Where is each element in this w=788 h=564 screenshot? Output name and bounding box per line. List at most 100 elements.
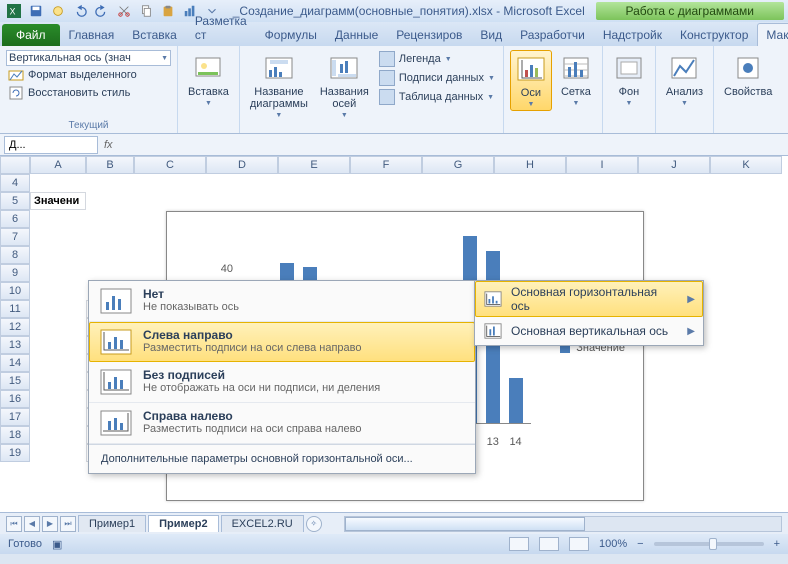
query-icon[interactable] <box>48 2 68 20</box>
properties-button[interactable]: Свойства <box>720 50 776 100</box>
name-box[interactable]: Д... <box>4 136 98 154</box>
cell[interactable] <box>30 318 86 336</box>
row-header[interactable]: 10 <box>0 282 30 300</box>
redo-icon[interactable] <box>92 2 112 20</box>
cell[interactable] <box>86 228 134 246</box>
new-sheet-button[interactable]: ✧ <box>306 516 322 532</box>
row-header[interactable]: 18 <box>0 426 30 444</box>
row-header[interactable]: 14 <box>0 354 30 372</box>
row-header[interactable]: 9 <box>0 264 30 282</box>
tab-addins[interactable]: Надстройк <box>594 23 671 46</box>
sheet-tab[interactable]: Пример2 <box>148 515 218 532</box>
axis-option-rtl[interactable]: Справа налево Разместить подписи на оси … <box>89 403 475 444</box>
plot-area-button[interactable]: Фон ▼ <box>609 50 649 109</box>
cell[interactable] <box>30 264 86 282</box>
row-header[interactable]: 17 <box>0 408 30 426</box>
cell[interactable] <box>86 192 134 210</box>
scroll-thumb[interactable] <box>345 517 585 531</box>
axis-option-ltr[interactable]: Слева направо Разместить подписи на оси … <box>89 322 475 362</box>
zoom-slider[interactable] <box>654 542 764 546</box>
save-icon[interactable] <box>26 2 46 20</box>
tab-view[interactable]: Вид <box>471 23 511 46</box>
row-header[interactable]: 7 <box>0 228 30 246</box>
insert-button[interactable]: Вставка ▼ <box>184 50 233 109</box>
horizontal-scrollbar[interactable] <box>344 516 782 532</box>
cell[interactable] <box>86 174 134 192</box>
tab-file[interactable]: Файл <box>2 24 60 46</box>
col-header[interactable]: K <box>710 156 782 174</box>
cell[interactable] <box>30 372 86 390</box>
fx-icon[interactable]: fx <box>104 139 113 151</box>
data-labels-button[interactable]: Подписи данных ▼ <box>377 69 497 87</box>
cell[interactable] <box>30 336 86 354</box>
zoom-thumb[interactable] <box>709 538 717 550</box>
chart-title-button[interactable]: Название диаграммы ▼ <box>246 50 312 121</box>
view-page-layout-button[interactable] <box>539 537 559 551</box>
macro-record-icon[interactable]: ▣ <box>52 538 62 551</box>
cell[interactable] <box>30 246 86 264</box>
cell[interactable] <box>30 444 86 462</box>
zoom-in-button[interactable]: + <box>774 538 780 550</box>
cell[interactable] <box>30 210 86 228</box>
gridlines-button[interactable]: Сетка ▼ <box>556 50 596 109</box>
row-header[interactable]: 12 <box>0 318 30 336</box>
worksheet-grid[interactable]: A B C D E F G H I J K 456789101112131415… <box>0 156 788 512</box>
col-header[interactable]: E <box>278 156 350 174</box>
cell[interactable] <box>30 300 86 318</box>
cell[interactable]: Значени <box>30 192 86 210</box>
cell[interactable] <box>30 228 86 246</box>
copy-icon[interactable] <box>136 2 156 20</box>
row-header[interactable]: 11 <box>0 300 30 318</box>
col-header[interactable]: A <box>30 156 86 174</box>
reset-style-button[interactable]: Восстановить стиль <box>6 84 171 102</box>
row-header[interactable]: 8 <box>0 246 30 264</box>
col-header[interactable]: C <box>134 156 206 174</box>
sheet-nav-next[interactable]: ▶ <box>42 516 58 532</box>
cell[interactable] <box>86 210 134 228</box>
col-header[interactable]: G <box>422 156 494 174</box>
cell[interactable] <box>30 282 86 300</box>
cell[interactable] <box>30 354 86 372</box>
row-header[interactable]: 19 <box>0 444 30 462</box>
col-header[interactable]: H <box>494 156 566 174</box>
col-header[interactable]: J <box>638 156 710 174</box>
cell[interactable] <box>86 246 134 264</box>
cell[interactable] <box>30 408 86 426</box>
sheet-tab[interactable]: Пример1 <box>78 515 146 532</box>
sheet-nav-prev[interactable]: ◀ <box>24 516 40 532</box>
zoom-out-button[interactable]: − <box>637 538 643 550</box>
axis-option-none[interactable]: Нет Не показывать ось <box>89 281 475 322</box>
tab-page-layout[interactable]: Разметка ст <box>186 9 256 46</box>
axis-titles-button[interactable]: Названия осей ▼ <box>316 50 373 121</box>
sheet-nav-first[interactable]: ⏮ <box>6 516 22 532</box>
col-header[interactable]: D <box>206 156 278 174</box>
tab-developer[interactable]: Разработчи <box>511 23 594 46</box>
view-page-break-button[interactable] <box>569 537 589 551</box>
axis-more-options[interactable]: Дополнительные параметры основной горизо… <box>89 444 475 473</box>
primary-horizontal-axis-item[interactable]: Основная горизонтальная ось ▶ <box>475 281 703 317</box>
cut-icon[interactable] <box>114 2 134 20</box>
row-header[interactable]: 5 <box>0 192 30 210</box>
row-header[interactable]: 16 <box>0 390 30 408</box>
axes-button[interactable]: Оси ▼ <box>510 50 552 111</box>
tab-formulas[interactable]: Формулы <box>256 23 326 46</box>
row-header[interactable]: 6 <box>0 210 30 228</box>
col-header[interactable]: F <box>350 156 422 174</box>
tab-home[interactable]: Главная <box>60 23 124 46</box>
chart-element-dropdown[interactable]: Вертикальная ось (знач ▼ <box>6 50 171 66</box>
row-header[interactable]: 13 <box>0 336 30 354</box>
chart-bar[interactable] <box>509 378 523 424</box>
select-all-corner[interactable] <box>0 156 30 174</box>
excel-icon[interactable]: X <box>4 2 24 20</box>
cell[interactable] <box>30 390 86 408</box>
sheet-tab[interactable]: EXCEL2.RU <box>221 515 304 532</box>
tab-data[interactable]: Данные <box>326 23 387 46</box>
analysis-button[interactable]: Анализ ▼ <box>662 50 707 109</box>
cell[interactable] <box>30 426 86 444</box>
tab-layout[interactable]: Макет <box>757 23 788 46</box>
view-normal-button[interactable] <box>509 537 529 551</box>
data-table-button[interactable]: Таблица данных ▼ <box>377 88 497 106</box>
axis-option-nolabels[interactable]: Без подписей Не отображать на оси ни под… <box>89 362 475 403</box>
undo-icon[interactable] <box>70 2 90 20</box>
tab-design[interactable]: Конструктор <box>671 23 757 46</box>
